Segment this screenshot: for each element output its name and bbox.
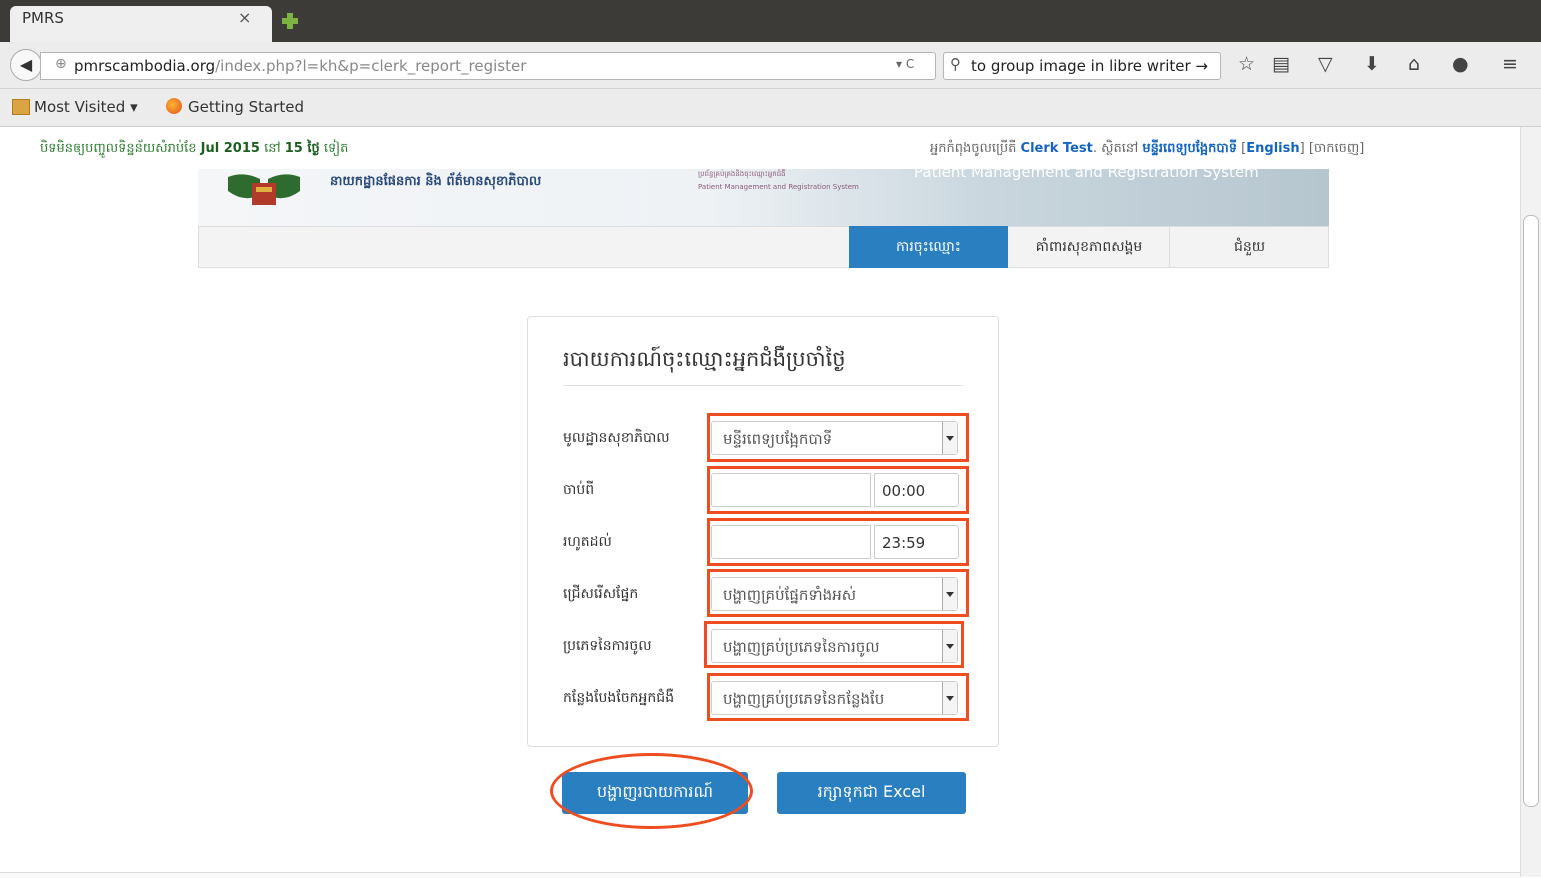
bookmark-most-visited[interactable]: Most Visited ▾ [34,98,138,116]
tab-close-icon[interactable]: × [238,8,251,27]
page-footer-edge [0,872,1520,878]
department-label: ជ្រើសរើសផ្នែក [563,586,639,602]
folder-icon [12,99,30,115]
reload-icon[interactable]: ▾ C [896,57,914,71]
health-facility-label: មូលដ្ឋានសុខាភិបាល [563,430,670,446]
system-name-en: Patient Management and Registration Syst… [698,183,859,191]
search-icon: ⚲ [950,55,961,73]
organization-name: នាយកដ្ឋានផែនការ និង ព័ត៌មានសុខាភិបាល [330,174,542,189]
highlight-box [707,518,969,566]
highlight-box [707,413,969,462]
back-button[interactable]: ◀ [10,49,42,81]
back-arrow-icon: ◀ [19,55,33,74]
bookmark-getting-started[interactable]: Getting Started [188,98,304,116]
ministry-logo [228,174,300,205]
highlight-box [707,673,969,721]
menu-icon[interactable]: ≡ [1502,53,1518,75]
admission-type-label: ប្រភេទនៃការចូល [563,638,652,654]
menu-help[interactable]: ជំនួយ [1170,226,1329,268]
highlight-box [707,569,969,617]
site-identity-icon[interactable]: ⊕ [55,56,67,72]
referral-label: កន្លែងបែងចែកអ្នកជំងឺ [563,690,675,706]
search-input[interactable]: to group image in libre writer → [971,57,1208,75]
pocket-icon[interactable]: ▽ [1318,53,1333,75]
logout-link[interactable]: ចាកចេញ [1314,141,1359,156]
highlight-box [704,621,964,668]
firefox-icon [166,98,182,114]
system-name-kh: ប្រព័ន្ធគ្រប់គ្រងនិងចុះឈ្មោះអ្នកជំងឺ [698,170,786,178]
reading-list-icon[interactable]: ▤ [1272,53,1290,75]
scrollbar-thumb[interactable] [1523,215,1539,807]
from-label: ចាប់ពី [563,482,595,498]
tab-title: PMRS [22,9,64,27]
url-text[interactable]: pmrscambodia.org/index.php?l=kh&p=clerk_… [74,57,526,75]
new-tab-icon[interactable] [280,11,300,31]
facility-name: មន្ទីរពេទ្យបង្អែកបាទី [1142,141,1238,156]
menu-social-health[interactable]: គាំពារសុខភាពសង្គម [1009,226,1170,268]
username: Clerk Test [1020,141,1093,156]
language-link[interactable]: English [1246,141,1299,156]
system-name-banner: Patient Management and Registration Syst… [914,163,1259,181]
title-divider [563,385,963,386]
chat-icon[interactable]: ● [1452,53,1469,75]
save-excel-button[interactable]: រក្សាទុកជា Excel [777,772,966,814]
highlight-circle [550,753,753,829]
menu-registration[interactable]: ការចុះឈ្មោះ [849,226,1008,268]
form-title: របាយការណ៍ចុះឈ្មោះអ្នកជំងឺប្រចាំថ្ងៃ [563,347,846,371]
to-label: រហូតដល់ [563,534,612,550]
user-info: អ្នកកំពុងចូលប្រើតី Clerk Test. ស្ថិតនៅ ម… [930,141,1365,156]
highlight-box [707,466,969,514]
downloads-icon[interactable]: ⬇ [1364,53,1380,75]
data-entry-notice: បិទមិនឲ្យបញ្ចូលទិន្នន័យសំរាប់ខែ Jul 2015… [40,141,349,156]
home-icon[interactable]: ⌂ [1408,53,1420,75]
bookmark-star-icon[interactable]: ☆ [1238,53,1255,75]
